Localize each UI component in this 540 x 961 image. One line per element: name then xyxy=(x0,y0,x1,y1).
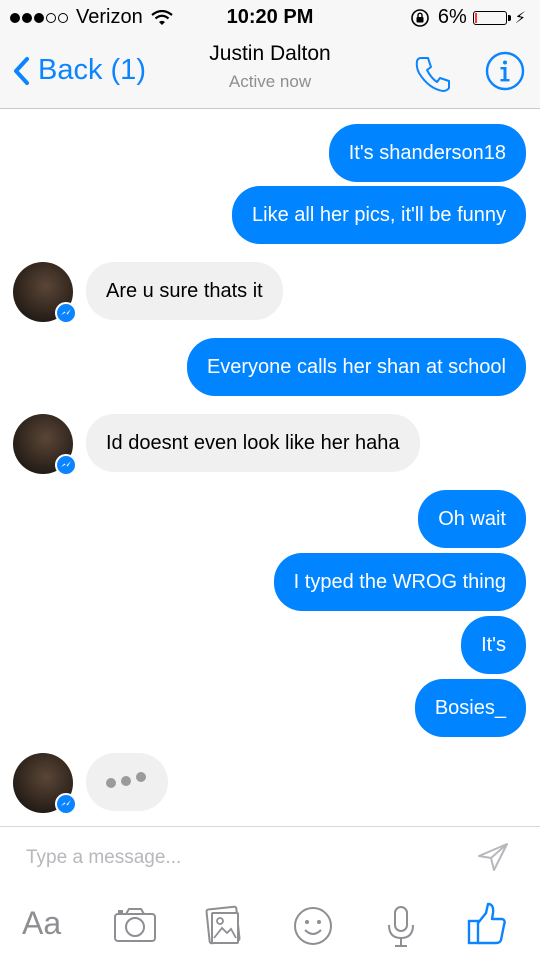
avatar[interactable] xyxy=(13,262,77,324)
outgoing-message[interactable]: I typed the WROG thing xyxy=(273,553,526,611)
typing-dot xyxy=(121,776,131,786)
incoming-message[interactable]: Are u sure thats it xyxy=(86,262,283,320)
info-icon[interactable] xyxy=(484,50,526,92)
battery-level xyxy=(474,12,477,23)
outgoing-message[interactable]: It's shanderson18 xyxy=(328,124,526,182)
contact-name[interactable]: Justin Dalton xyxy=(0,42,540,66)
conversation-header: Back (1) Justin Dalton Active now xyxy=(0,36,540,109)
messenger-badge-icon xyxy=(55,454,77,476)
typing-indicator xyxy=(86,753,168,811)
camera-icon[interactable] xyxy=(112,905,158,945)
thumbs-up-icon[interactable] xyxy=(466,901,508,947)
outgoing-message[interactable]: Like all her pics, it'll be funny xyxy=(232,186,526,244)
microphone-icon[interactable] xyxy=(384,905,418,949)
outgoing-message[interactable]: Oh wait xyxy=(418,490,526,548)
send-icon[interactable] xyxy=(475,841,511,873)
messenger-badge-icon xyxy=(55,302,77,324)
status-right: 6% ⚡ xyxy=(410,6,526,29)
active-status: Active now xyxy=(228,72,312,91)
rotation-lock-icon xyxy=(411,8,429,27)
typing-dot xyxy=(106,778,116,788)
message-input[interactable] xyxy=(26,841,446,875)
phone-icon[interactable] xyxy=(412,52,454,94)
avatar[interactable] xyxy=(13,414,77,476)
battery-icon xyxy=(472,10,511,25)
outgoing-message[interactable]: Everyone calls her shan at school xyxy=(186,338,526,396)
text-format-button[interactable]: Aa xyxy=(22,905,61,942)
outgoing-message[interactable]: Bosies_ xyxy=(414,679,526,737)
emoji-icon[interactable] xyxy=(292,905,334,947)
outgoing-message[interactable]: It's xyxy=(461,616,526,674)
charging-bolt-icon: ⚡ xyxy=(514,9,526,27)
avatar[interactable] xyxy=(13,753,77,815)
messenger-badge-icon xyxy=(55,793,77,815)
incoming-message[interactable]: Id doesnt even look like her haha xyxy=(86,414,420,472)
battery-percent: 6% xyxy=(437,6,467,28)
status-bar: Verizon 10:20 PM 6% ⚡ xyxy=(0,0,540,36)
photo-icon[interactable] xyxy=(203,905,245,947)
typing-dot xyxy=(136,772,146,782)
composer: Aa xyxy=(0,826,540,961)
